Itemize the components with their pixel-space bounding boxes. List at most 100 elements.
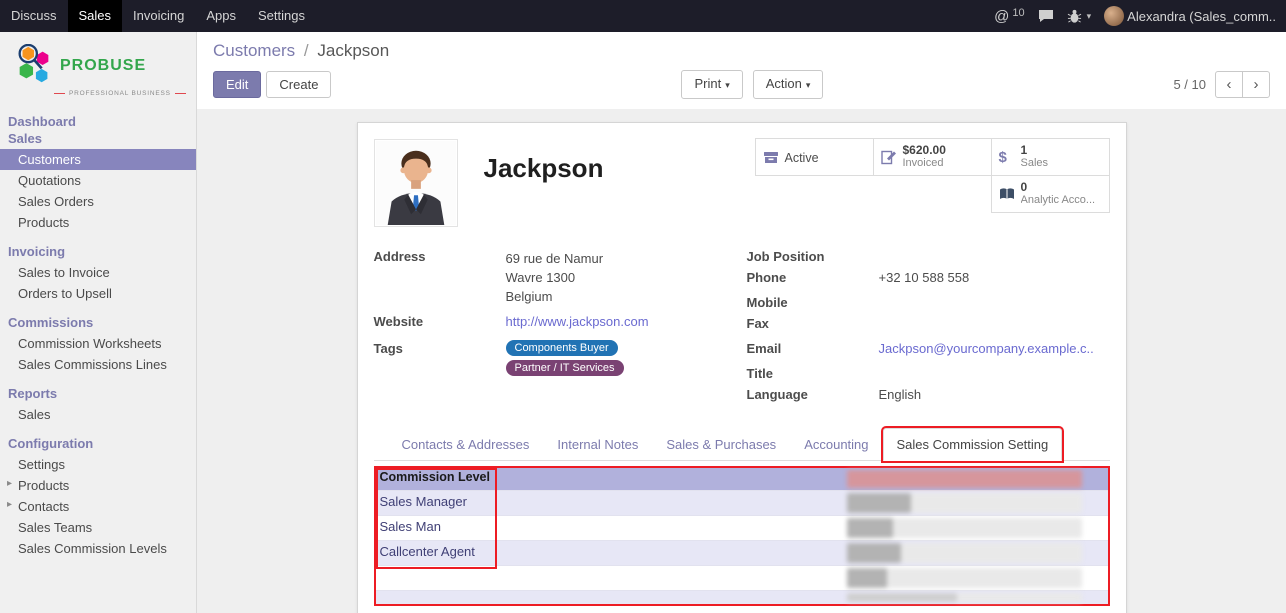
sidebar-section-commissions[interactable]: Commissions	[0, 312, 196, 333]
messages-menu[interactable]	[1038, 9, 1054, 23]
sidebar-item-products[interactable]: Products	[0, 212, 196, 233]
bug-icon	[1067, 9, 1082, 24]
expand-caret-icon: ▸	[7, 499, 12, 510]
sidebar-item-settings[interactable]: Settings	[0, 454, 196, 475]
sidebar-item-orders-to-upsell[interactable]: Orders to Upsell	[0, 283, 196, 304]
sidebar-item-contacts-config[interactable]: ▸ Contacts	[0, 496, 196, 517]
redacted-cell	[847, 518, 1082, 538]
breadcrumb-current: Jackpson	[317, 41, 389, 60]
topbar-menu-settings[interactable]: Settings	[247, 0, 316, 32]
sidebar-item-sales-commission-levels[interactable]: Sales Commission Levels	[0, 538, 196, 559]
tags-label: Tags	[374, 339, 506, 376]
logo-subtitle: PROFESSIONAL BUSINESS	[14, 90, 188, 97]
email-label: Email	[747, 341, 879, 358]
title-field: Title	[747, 366, 1110, 383]
debug-menu[interactable]: ▾	[1067, 9, 1092, 24]
user-avatar	[1104, 6, 1124, 26]
analytic-accounts-stat-button[interactable]: 0 Analytic Acco...	[991, 175, 1110, 213]
probuse-logo-icon	[14, 44, 54, 88]
stat-buttons: Active $620.00 Invoiced	[754, 139, 1110, 213]
email-field: Email Jackpson@yourcompany.example.c..	[747, 341, 1110, 358]
user-menu[interactable]: Alexandra (Sales_comm..	[1104, 6, 1276, 26]
top-navbar: Discuss Sales Invoicing Apps Settings @ …	[0, 0, 1286, 32]
commission-level-cell: Sales Manager	[376, 491, 494, 515]
fax-value	[879, 316, 1110, 333]
activities-menu[interactable]: @ 10	[994, 8, 1024, 25]
topbar-menu-apps[interactable]: Apps	[195, 0, 247, 32]
address-value: 69 rue de Namur Wavre 1300 Belgium	[506, 249, 739, 306]
sidebar-item-reports-sales[interactable]: Sales	[0, 404, 196, 425]
logo-text: PROBUSE	[60, 57, 146, 75]
tab-internal-notes[interactable]: Internal Notes	[543, 428, 652, 461]
sidebar-item-customers[interactable]: Customers	[0, 149, 196, 170]
sidebar-section-configuration[interactable]: Configuration	[0, 433, 196, 454]
tag-components-buyer: Components Buyer	[506, 340, 618, 356]
topbar-menu-invoicing[interactable]: Invoicing	[122, 0, 195, 32]
table-row	[374, 606, 1110, 613]
table-row[interactable]: Sales Man	[376, 515, 1108, 540]
tab-contacts-addresses[interactable]: Contacts & Addresses	[388, 428, 544, 461]
tab-sales-purchases[interactable]: Sales & Purchases	[652, 428, 790, 461]
sidebar-section-invoicing[interactable]: Invoicing	[0, 241, 196, 262]
breadcrumb: Customers / Jackpson	[213, 41, 1270, 61]
sidebar-section-reports[interactable]: Reports	[0, 383, 196, 404]
commission-level-header: Commission Level	[376, 468, 494, 490]
sidebar-item-sales-commissions-lines[interactable]: Sales Commissions Lines	[0, 354, 196, 375]
job-position-value	[879, 249, 1110, 266]
create-button[interactable]: Create	[266, 71, 331, 98]
phone-field: Phone +32 10 588 558	[747, 270, 1110, 287]
print-dropdown-button[interactable]: Print▾	[681, 70, 742, 99]
breadcrumb-customers-link[interactable]: Customers	[213, 41, 295, 60]
customer-photo	[374, 139, 458, 227]
chevron-down-icon: ▾	[1087, 11, 1092, 22]
tab-accounting[interactable]: Accounting	[790, 428, 882, 461]
tab-sales-commission-setting[interactable]: Sales Commission Setting	[883, 428, 1063, 461]
mobile-label: Mobile	[747, 295, 879, 312]
email-link[interactable]: Jackpson@yourcompany.example.c..	[879, 341, 1094, 356]
control-panel: Customers / Jackpson Edit Create Print▾ …	[197, 32, 1286, 109]
commission-level-cell: Sales Man	[376, 516, 494, 540]
sidebar-item-sales-to-invoice[interactable]: Sales to Invoice	[0, 262, 196, 283]
app-logo: PROBUSE PROFESSIONAL BUSINESS	[0, 32, 196, 103]
table-row[interactable]	[376, 565, 1108, 590]
sidebar-item-sales-teams[interactable]: Sales Teams	[0, 517, 196, 538]
phone-value: +32 10 588 558	[879, 270, 1110, 287]
website-label: Website	[374, 314, 506, 331]
redacted-cell	[847, 568, 1082, 588]
action-dropdown-button[interactable]: Action▾	[753, 70, 824, 99]
fax-field: Fax	[747, 316, 1110, 333]
invoiced-stat-button[interactable]: $620.00 Invoiced	[873, 138, 992, 176]
expand-caret-icon: ▸	[7, 478, 12, 489]
sales-stat-button[interactable]: $ 1 Sales	[991, 138, 1110, 176]
sidebar-item-products-config[interactable]: ▸ Products	[0, 475, 196, 496]
sidebar-item-sales-orders[interactable]: Sales Orders	[0, 191, 196, 212]
redacted-cell	[847, 593, 1082, 602]
sidebar-item-commission-worksheets[interactable]: Commission Worksheets	[0, 333, 196, 354]
address-label: Address	[374, 249, 506, 306]
book-icon	[999, 187, 1021, 201]
website-link[interactable]: http://www.jackpson.com	[506, 314, 649, 329]
sidebar-section-sales[interactable]: Sales	[0, 128, 196, 149]
activity-count-badge: 10	[1012, 7, 1024, 19]
topbar-menu-sales[interactable]: Sales	[68, 0, 123, 32]
topbar-menu-discuss[interactable]: Discuss	[0, 0, 68, 32]
pager-previous-button[interactable]: ‹	[1215, 71, 1243, 98]
mobile-value	[879, 295, 1110, 312]
record-pager: 5 / 10 ‹ ›	[1173, 71, 1270, 98]
pager-next-button[interactable]: ›	[1242, 71, 1270, 98]
activities-icon: @	[994, 8, 1009, 25]
table-row[interactable]: Callcenter Agent	[376, 540, 1108, 565]
active-icon	[763, 150, 785, 165]
table-row[interactable]	[376, 590, 1108, 604]
user-name: Alexandra (Sales_comm..	[1127, 9, 1276, 24]
table-row[interactable]: Sales Manager	[376, 490, 1108, 515]
notebook-tabs: Contacts & Addresses Internal Notes Sale…	[374, 428, 1110, 461]
breadcrumb-separator: /	[304, 41, 309, 60]
address-field: Address 69 rue de Namur Wavre 1300 Belgi…	[374, 249, 739, 306]
page-title: Jackpson	[484, 153, 754, 184]
active-stat-button[interactable]: Active	[755, 138, 874, 176]
edit-button[interactable]: Edit	[213, 71, 261, 98]
chevron-down-icon: ▾	[725, 80, 730, 90]
annotation-box-table: Commission Level Sales Manager	[374, 466, 1110, 606]
sidebar-item-quotations[interactable]: Quotations	[0, 170, 196, 191]
